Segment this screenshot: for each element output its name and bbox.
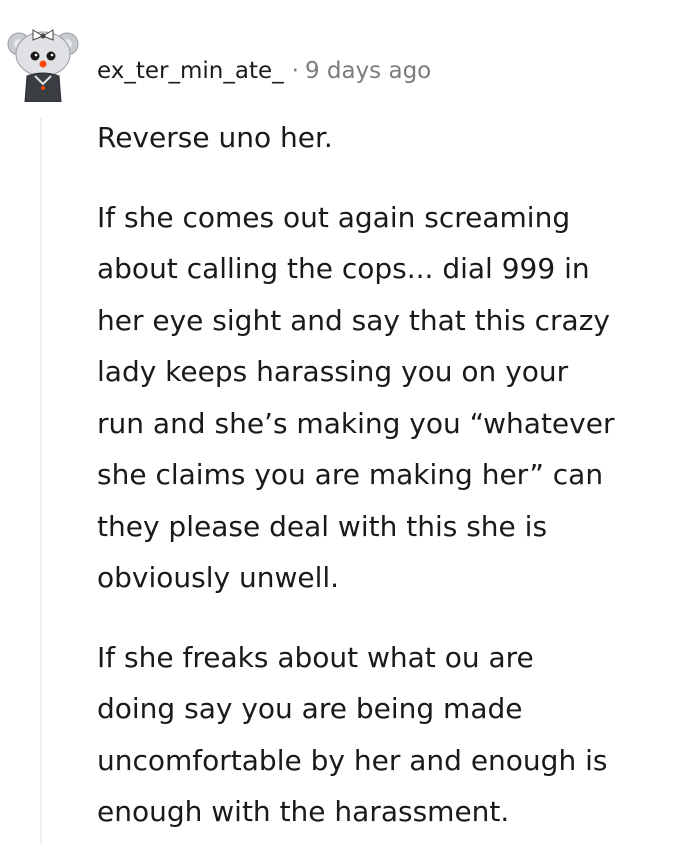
snoo-avatar-icon[interactable] [5, 18, 81, 103]
comment-paragraph: If she freaks about what ou are doing sa… [97, 640, 608, 829]
thread-line[interactable] [40, 118, 42, 844]
comment-paragraph: If she comes out again screaming about c… [97, 200, 615, 595]
username-link[interactable]: ex_ter_min_ate_ [97, 58, 284, 84]
comment-body: Reverse uno her. If she comes out again … [97, 112, 687, 838]
comment-paragraph: Reverse uno her. [97, 121, 333, 154]
comment-meta: ex_ter_min_ate_ · 9 days ago [97, 52, 431, 90]
meta-separator: · [291, 58, 299, 84]
timestamp-link[interactable]: 9 days ago [305, 58, 431, 84]
